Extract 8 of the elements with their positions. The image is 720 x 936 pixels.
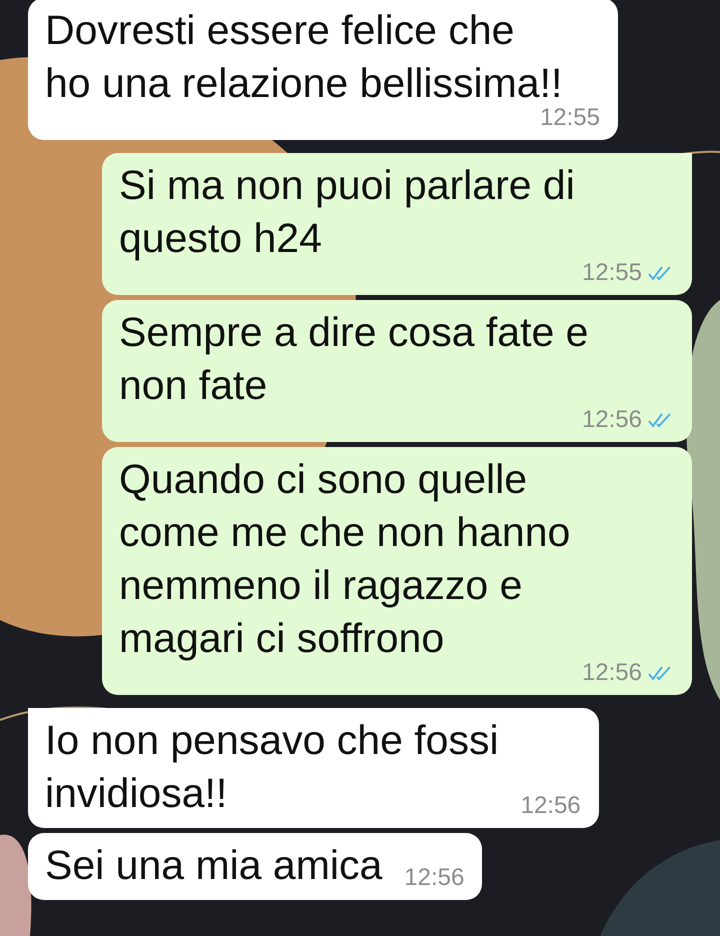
message-time: 12:56 bbox=[520, 792, 581, 820]
message-time: 12:56 bbox=[582, 659, 642, 687]
message-text: Quando ci sono quelle come me che non hanno nemmeno il ragazzo e magari ci soffrono bbox=[119, 455, 570, 663]
message-text: Io non pensavo che fossi invidiosa!! bbox=[45, 716, 499, 818]
message-text: Sei una mia amica bbox=[45, 841, 382, 890]
message-text: Si ma non puoi parlare di questo h24 bbox=[119, 161, 575, 263]
message-time: 12:56 bbox=[404, 864, 464, 892]
message-time: 12:55 bbox=[582, 259, 642, 287]
